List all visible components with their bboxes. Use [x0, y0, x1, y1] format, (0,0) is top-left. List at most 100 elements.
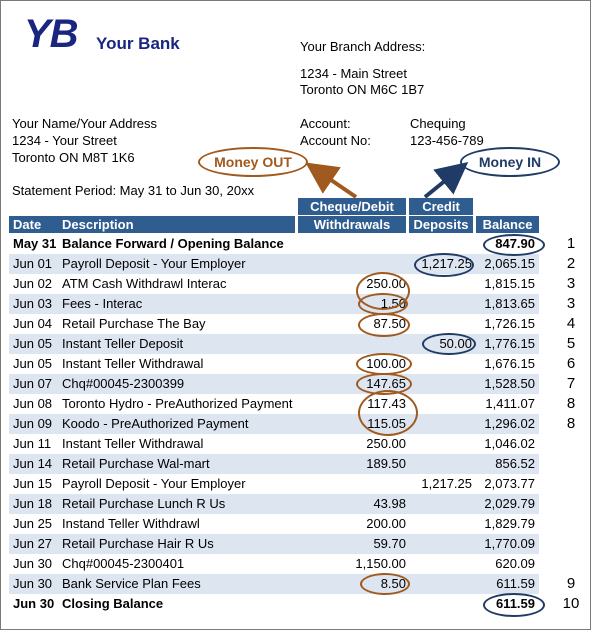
table-row: Jun 08 Toronto Hydro - PreAuthorized Paym… — [9, 394, 539, 414]
row-description: Retail Purchase Wal-mart — [62, 456, 210, 471]
account-value: Chequing — [410, 116, 466, 131]
money-in-label: Money IN — [478, 154, 542, 170]
table-row: Jun 09 Koodo - PreAuthorized Payment 115.0… — [9, 414, 539, 434]
withdrawals-header-top: Cheque/Debit — [298, 198, 406, 215]
row-description: Koodo - PreAuthorized Payment — [62, 416, 249, 431]
retail-purchase-highlight — [358, 313, 410, 337]
customer-name: Your Name/Your Address — [12, 116, 158, 131]
row-description: Retail Purchase Lunch R Us — [62, 496, 226, 511]
table-row: Jun 04 Retail Purchase The Bay 87.50 1,726.… — [9, 314, 539, 334]
bank-logo: YB — [24, 12, 79, 56]
row-date: Jun 30 — [13, 596, 55, 611]
row-date: May 31 — [13, 236, 57, 251]
table-row: Jun 30 Chq#00045-2300401 1,150.00 620.09 — [9, 554, 539, 574]
row-date: Jun 15 — [13, 476, 53, 491]
row-balance: 1,411.07 — [485, 396, 535, 411]
row-description: Retail Purchase Hair R Us — [62, 536, 214, 551]
service-fee-highlight — [360, 573, 410, 595]
row-date: Jun 30 — [13, 556, 53, 571]
row-withdrawal: 250.00 — [366, 436, 406, 451]
date-header: Date — [13, 217, 42, 232]
table-row: Jun 25 Instand Teller Withdrawl 200.00 1,82… — [9, 514, 539, 534]
row-balance: 1,676.15 — [484, 356, 535, 371]
row-balance: 1,726.15 — [484, 316, 535, 331]
row-date: Jun 27 — [13, 536, 53, 551]
row-balance: 1,296.02 — [484, 416, 535, 431]
row-description: Instand Teller Withdrawl — [62, 516, 200, 531]
payroll-deposit-highlight — [414, 253, 474, 277]
row-date: Jun 11 — [13, 436, 52, 451]
row-withdrawal: 43.98 — [373, 496, 406, 511]
bank-name: Your Bank — [96, 34, 180, 53]
interac-fee-highlight — [358, 293, 408, 315]
description-header: Description — [62, 217, 134, 232]
row-balance: 620.09 — [495, 556, 535, 571]
row-balance: 1,528.50 — [484, 376, 535, 391]
branch-city: Toronto ON M6C 1B7 — [300, 82, 425, 97]
row-date: Jun 25 — [13, 516, 53, 531]
account-label: Account: — [300, 116, 351, 131]
row-balance: 1,829.79 — [484, 516, 535, 531]
table-row: Jun 30 Bank Service Plan Fees 8.50 611.59 — [9, 574, 539, 594]
row-date: Jun 14 — [13, 456, 53, 471]
row-date: Jun 07 — [13, 376, 53, 391]
row-withdrawal: 189.50 — [366, 456, 406, 471]
row-description: Closing Balance — [62, 596, 164, 611]
teller-withdrawal-highlight — [356, 353, 412, 375]
money-out-callout: Money OUT — [198, 147, 308, 177]
row-balance: 1,046.02 — [484, 436, 535, 451]
row-description: Payroll Deposit - Your Employer — [62, 256, 246, 271]
row-description: Balance Forward / Opening Balance — [62, 236, 284, 251]
money-out-label: Money OUT — [214, 154, 292, 170]
row-withdrawal: 1,150.00 — [355, 556, 406, 571]
table-row: Jun 02 ATM Cash Withdrawl Interac 250.00 1,… — [9, 274, 539, 294]
row-date: Jun 03 — [13, 296, 53, 311]
table-row: Jun 15 Payroll Deposit - Your Employer 1,2… — [9, 474, 539, 494]
row-balance: 2,073.77 — [484, 476, 535, 491]
row-marker: 4 — [566, 315, 576, 332]
row-description: Retail Purchase The Bay — [62, 316, 206, 331]
teller-deposit-highlight — [422, 333, 476, 355]
row-date: Jun 30 — [13, 576, 53, 591]
row-date: Jun 05 — [13, 336, 53, 351]
row-balance: 2,065.15 — [484, 256, 535, 271]
row-balance: 856.52 — [495, 456, 535, 471]
row-description: Bank Service Plan Fees — [62, 576, 201, 591]
row-date: Jun 02 — [13, 276, 53, 291]
row-marker: 2 — [566, 255, 576, 272]
row-description: Chq#00045-2300399 — [62, 376, 185, 391]
closing-balance-highlight — [483, 593, 545, 617]
row-marker: 10 — [562, 595, 580, 612]
deposits-header-top: Credit — [409, 198, 473, 215]
row-date: Jun 18 — [13, 496, 53, 511]
row-marker: 5 — [566, 335, 576, 352]
row-description: Instant Teller Withdrawal — [62, 356, 204, 371]
row-description: Toronto Hydro - PreAuthorized Payment — [62, 396, 293, 411]
table-header-left: Date Description — [9, 216, 295, 233]
deposits-header: Deposits — [409, 216, 473, 233]
row-marker: 1 — [566, 235, 576, 252]
row-date: Jun 09 — [13, 416, 53, 431]
row-marker: 8 — [566, 395, 576, 412]
preauthorized-payments-highlight — [358, 390, 418, 436]
row-marker: 7 — [566, 375, 576, 392]
row-description: Payroll Deposit - Your Employer — [62, 476, 246, 491]
withdrawals-header: Withdrawals — [298, 216, 406, 233]
table-row: Jun 30 Closing Balance 611.59 — [9, 594, 539, 614]
customer-street: 1234 - Your Street — [12, 133, 117, 148]
branch-street: 1234 - Main Street — [300, 66, 407, 81]
row-balance: 611.59 — [496, 576, 535, 591]
row-marker: 9 — [566, 575, 576, 592]
row-balance: 1,815.15 — [484, 276, 535, 291]
row-marker: 6 — [566, 355, 576, 372]
table-row: May 31 Balance Forward / Opening Balance 8… — [9, 234, 539, 254]
table-row: Jun 03 Fees - Interac 1.50 1,813.65 — [9, 294, 539, 314]
balance-header: Balance — [476, 216, 539, 233]
statement-period: Statement Period: May 31 to Jun 30, 20xx — [12, 183, 255, 198]
row-balance: 1,770.09 — [484, 536, 535, 551]
table-row: Jun 11 Instant Teller Withdrawal 250.00 1,0… — [9, 434, 539, 454]
row-withdrawal: 200.00 — [366, 516, 406, 531]
table-row: Jun 07 Chq#00045-2300399 147.65 1,528.50 — [9, 374, 539, 394]
row-balance: 2,029.79 — [484, 496, 535, 511]
row-withdrawal: 59.70 — [373, 536, 406, 551]
